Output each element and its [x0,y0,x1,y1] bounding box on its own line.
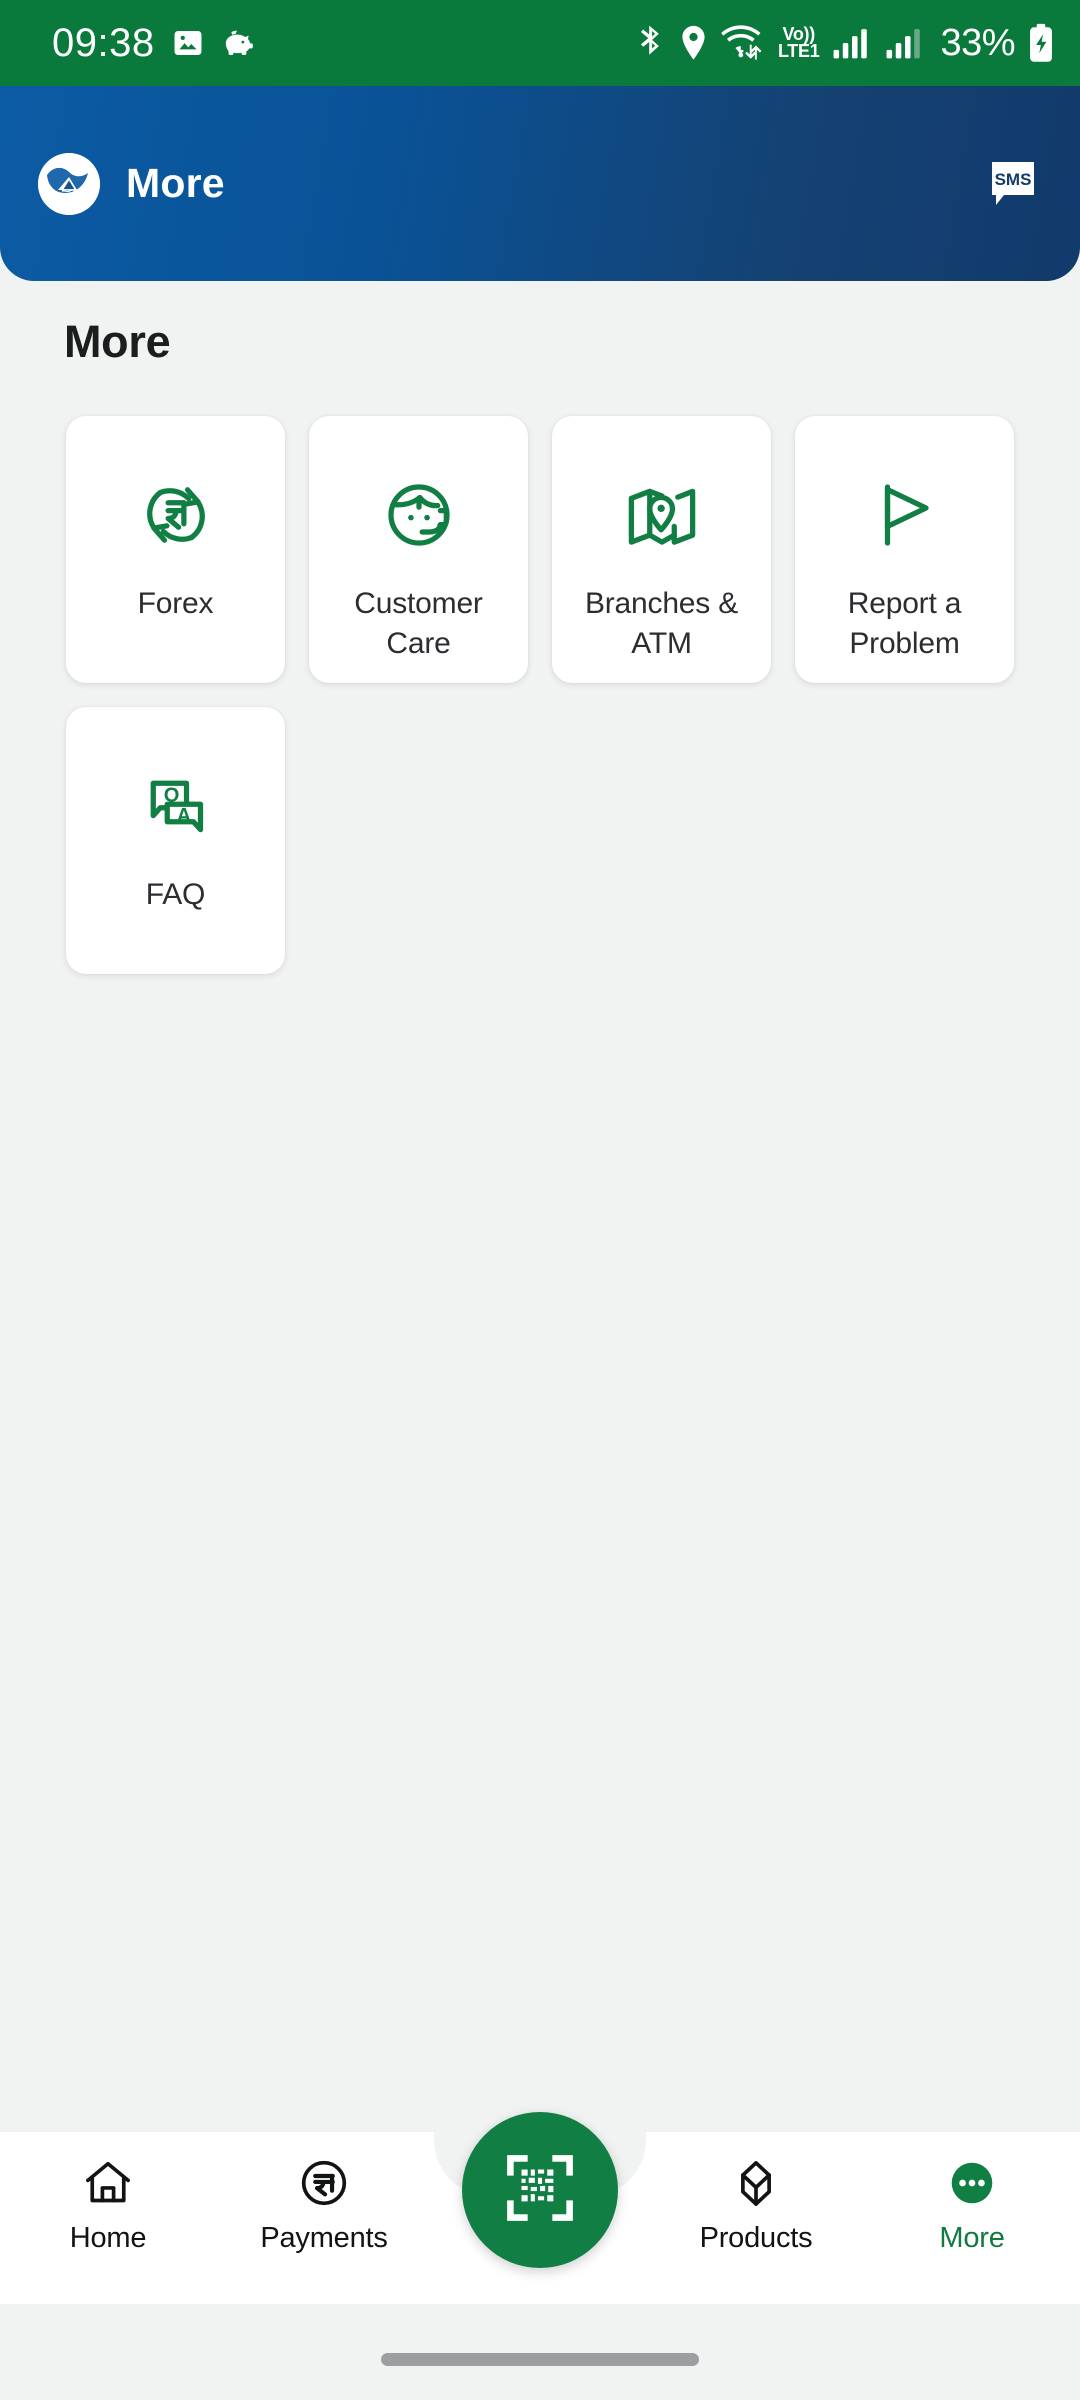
menu-card-customer-care[interactable]: Customer Care [309,416,528,683]
location-icon [679,24,708,62]
menu-card-report-problem[interactable]: Report a Problem [795,416,1014,683]
qr-scan-icon [503,2151,577,2230]
svg-text:SMS: SMS [995,170,1032,189]
nav-item-label: Products [699,2222,813,2254]
menu-card-faq[interactable]: Q A FAQ [66,707,285,974]
bank-logo-icon[interactable] [38,152,100,215]
battery-charging-icon [1028,23,1054,63]
headset-support-icon [377,472,461,558]
app-header: More SMS [0,86,1080,281]
status-time: 09:38 [52,21,155,65]
volte-indicator: Vo)) LTE1 [777,24,820,61]
menu-card-label: Customer Care [354,587,483,660]
menu-card-branches-atm[interactable]: Branches & ATM [552,416,771,683]
home-icon [80,2154,136,2212]
flag-icon [863,472,947,558]
nav-item-label: Home [69,2222,147,2254]
rupee-circle-icon [296,2154,352,2212]
menu-card-label: Branches & ATM [584,587,739,660]
currency-exchange-icon [134,472,218,558]
svg-text:Q: Q [163,785,179,807]
status-bar: 09:38 Vo)) LTE1 33% [0,0,1080,86]
wifi-icon [721,24,765,62]
menu-card-label: FAQ [145,878,206,911]
signal-icon [885,25,925,61]
more-menu-grid: Forex Customer Care Branches & ATM Repor… [66,416,1026,974]
menu-card-forex[interactable]: Forex [66,416,285,683]
page-title: More [64,316,171,367]
nav-item-home[interactable]: Home [0,2154,216,2255]
nav-item-more[interactable]: More [864,2154,1080,2255]
nav-item-products[interactable]: Products [648,2154,864,2255]
qr-scan-fab[interactable] [462,2112,618,2268]
phone-screen: 09:38 Vo)) LTE1 33% More SMS More Forex … [0,0,1080,2400]
piggy-bank-icon [221,28,257,58]
nav-item-label: Payments [260,2222,388,2254]
bluetooth-icon [635,24,666,62]
home-indicator[interactable] [381,2353,699,2366]
system-gesture-area [0,2304,1080,2400]
signal-icon [832,25,872,61]
battery-percent: 33% [940,21,1015,64]
menu-card-label: Report a Problem [847,587,962,660]
nav-item-label: More [939,2222,1005,2254]
page-header-title: More [126,160,225,206]
question-answer-icon: Q A [134,763,218,849]
image-icon [171,26,205,60]
sms-icon[interactable]: SMS [982,153,1044,215]
menu-card-label: Forex [137,587,214,620]
box-3d-icon [728,2154,784,2212]
more-dots-icon [944,2154,1000,2212]
map-pin-icon [620,472,704,558]
svg-text:A: A [176,805,191,827]
nav-item-payments[interactable]: Payments [216,2154,432,2255]
status-bar-left: 09:38 [52,23,257,63]
status-bar-right: Vo)) LTE1 33% [635,22,1054,65]
